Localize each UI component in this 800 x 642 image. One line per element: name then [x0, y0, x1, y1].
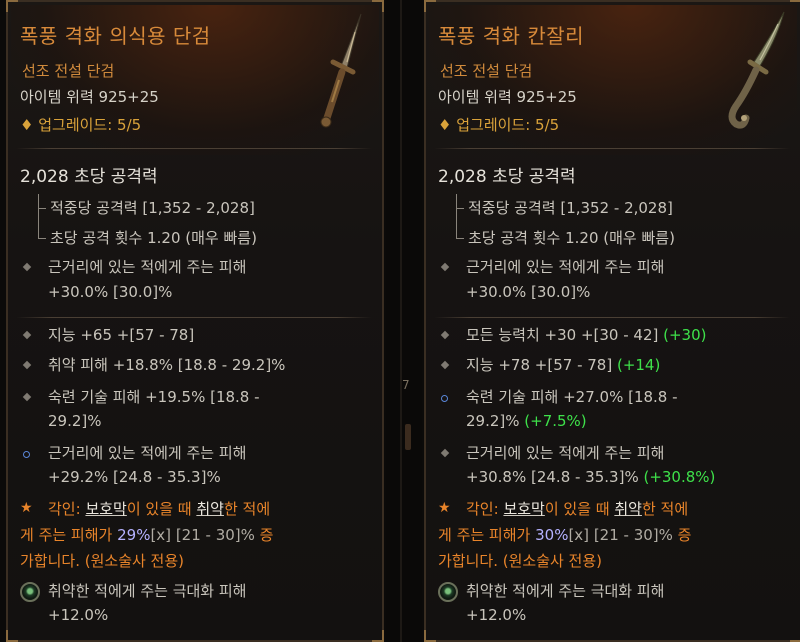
affix-4: 근거리에 있는 적에게 주는 피해 [466, 444, 665, 462]
bullet-icon [440, 262, 450, 272]
attack-speed: 초당 공격 횟수 1.20 (매우 빠름) [468, 229, 675, 247]
affix-4-cont: +29.2% [24.8 - 35.3]% [48, 468, 221, 486]
affix-3: 숙련 기술 피해 +27.0% [18.8 - [466, 388, 678, 406]
affix-4: 근거리에 있는 적에게 주는 피해 [48, 444, 247, 462]
aspect-line-3: 가합니다. (원소술사 전용) [20, 552, 185, 570]
stat-delta: (+7.5%) [524, 412, 587, 430]
stat-delta: (+30.8%) [643, 468, 716, 486]
bullet-icon [22, 360, 32, 370]
gem-affix-value: +12.0% [48, 606, 109, 624]
greater-affix-icon [23, 451, 30, 458]
gem-socket-icon [20, 582, 40, 602]
diamond-icon: ♦ [438, 116, 457, 134]
item-rarity: 선조 전설 단검 [22, 62, 115, 80]
affix-4-cont: +30.8% [24.8 - 35.3]% (+30.8%) [466, 468, 716, 486]
dps-value: 2,028 초당 공격력 [20, 167, 158, 187]
affix-2: 지능 +78 +[57 - 78] (+14) [466, 356, 661, 374]
gem-socket-icon [438, 582, 458, 602]
item-power: 아이템 위력 925+25 [438, 88, 577, 106]
aspect-line-1: 각인: 보호막이 있을 때 취약한 적에 [48, 500, 271, 518]
aspect-line-1: 각인: 보호막이 있을 때 취약한 적에 [466, 500, 689, 518]
stat-delta: (+30) [663, 326, 707, 344]
aspect-line-2: 게 주는 피해가 29%[x] [21 - 30]% 증 [20, 526, 274, 544]
item-rarity: 선조 전설 단검 [440, 62, 533, 80]
bullet-icon [440, 330, 450, 340]
diamond-icon: ♦ [20, 116, 39, 134]
item-tooltip-right: 폭풍 격화 칸잘리 선조 전설 단검 아이템 위력 925+25 ♦ 업그레이드… [424, 0, 800, 642]
greater-affix-icon [441, 395, 448, 402]
affix-3-cont: 29.2]% [48, 412, 102, 430]
damage-per-hit: 적중당 공격력 [1,352 - 2,028] [468, 199, 673, 217]
divider-mark: 7 [402, 378, 410, 392]
damage-per-hit: 적중당 공격력 [1,352 - 2,028] [50, 199, 255, 217]
star-icon: ★ [20, 500, 33, 516]
divider-ornament [405, 424, 411, 450]
dps-value: 2,028 초당 공격력 [438, 167, 576, 187]
bullet-icon [22, 262, 32, 272]
star-icon: ★ [438, 500, 451, 516]
divider-line [400, 0, 402, 642]
implicit-affix: 근거리에 있는 적에게 주는 피해 [48, 258, 247, 276]
separator [16, 317, 372, 318]
bullet-icon [440, 360, 450, 370]
separator [16, 148, 372, 149]
affix-3: 숙련 기술 피해 +19.5% [18.8 - [48, 388, 260, 406]
bullet-icon [22, 330, 32, 340]
affix-1: 지능 +65 +[57 - 78] [48, 326, 195, 344]
aspect-line-3: 가합니다. (원소술사 전용) [438, 552, 603, 570]
item-title: 폭풍 격화 의식용 단검 [20, 24, 211, 48]
stat-delta: (+14) [616, 356, 661, 374]
implicit-affix: 근거리에 있는 적에게 주는 피해 [466, 258, 665, 276]
item-tooltip-left: 폭풍 격화 의식용 단검 선조 전설 단검 아이템 위력 925+25 ♦ 업그… [6, 0, 384, 642]
bullet-icon [440, 448, 450, 458]
affix-1: 모든 능력치 +30 +[30 - 42] (+30) [466, 326, 707, 344]
attack-speed: 초당 공격 횟수 1.20 (매우 빠름) [50, 229, 257, 247]
bullet-icon [22, 392, 32, 402]
gem-affix: 취약한 적에게 주는 극대화 피해 [48, 582, 247, 600]
item-power: 아이템 위력 925+25 [20, 88, 159, 106]
separator [434, 148, 790, 149]
gem-affix-value: +12.0% [466, 606, 527, 624]
item-title: 폭풍 격화 칸잘리 [438, 24, 585, 48]
dagger-icon [320, 13, 362, 128]
affix-3-cont: 29.2]% (+7.5%) [466, 412, 587, 430]
upgrade-status: ♦ 업그레이드: 5/5 [20, 116, 142, 134]
affix-2: 취약 피해 +18.8% [18.8 - 29.2]% [48, 356, 286, 374]
panel-gap [386, 0, 422, 642]
upgrade-status: ♦ 업그레이드: 5/5 [438, 116, 560, 134]
implicit-affix-value: +30.0% [30.0]% [466, 283, 591, 301]
separator [434, 317, 790, 318]
kanjali-dagger-icon [728, 11, 785, 129]
implicit-affix-value: +30.0% [30.0]% [48, 283, 173, 301]
gem-affix: 취약한 적에게 주는 극대화 피해 [466, 582, 665, 600]
aspect-line-2: 게 주는 피해가 30%[x] [21 - 30]% 증 [438, 526, 692, 544]
